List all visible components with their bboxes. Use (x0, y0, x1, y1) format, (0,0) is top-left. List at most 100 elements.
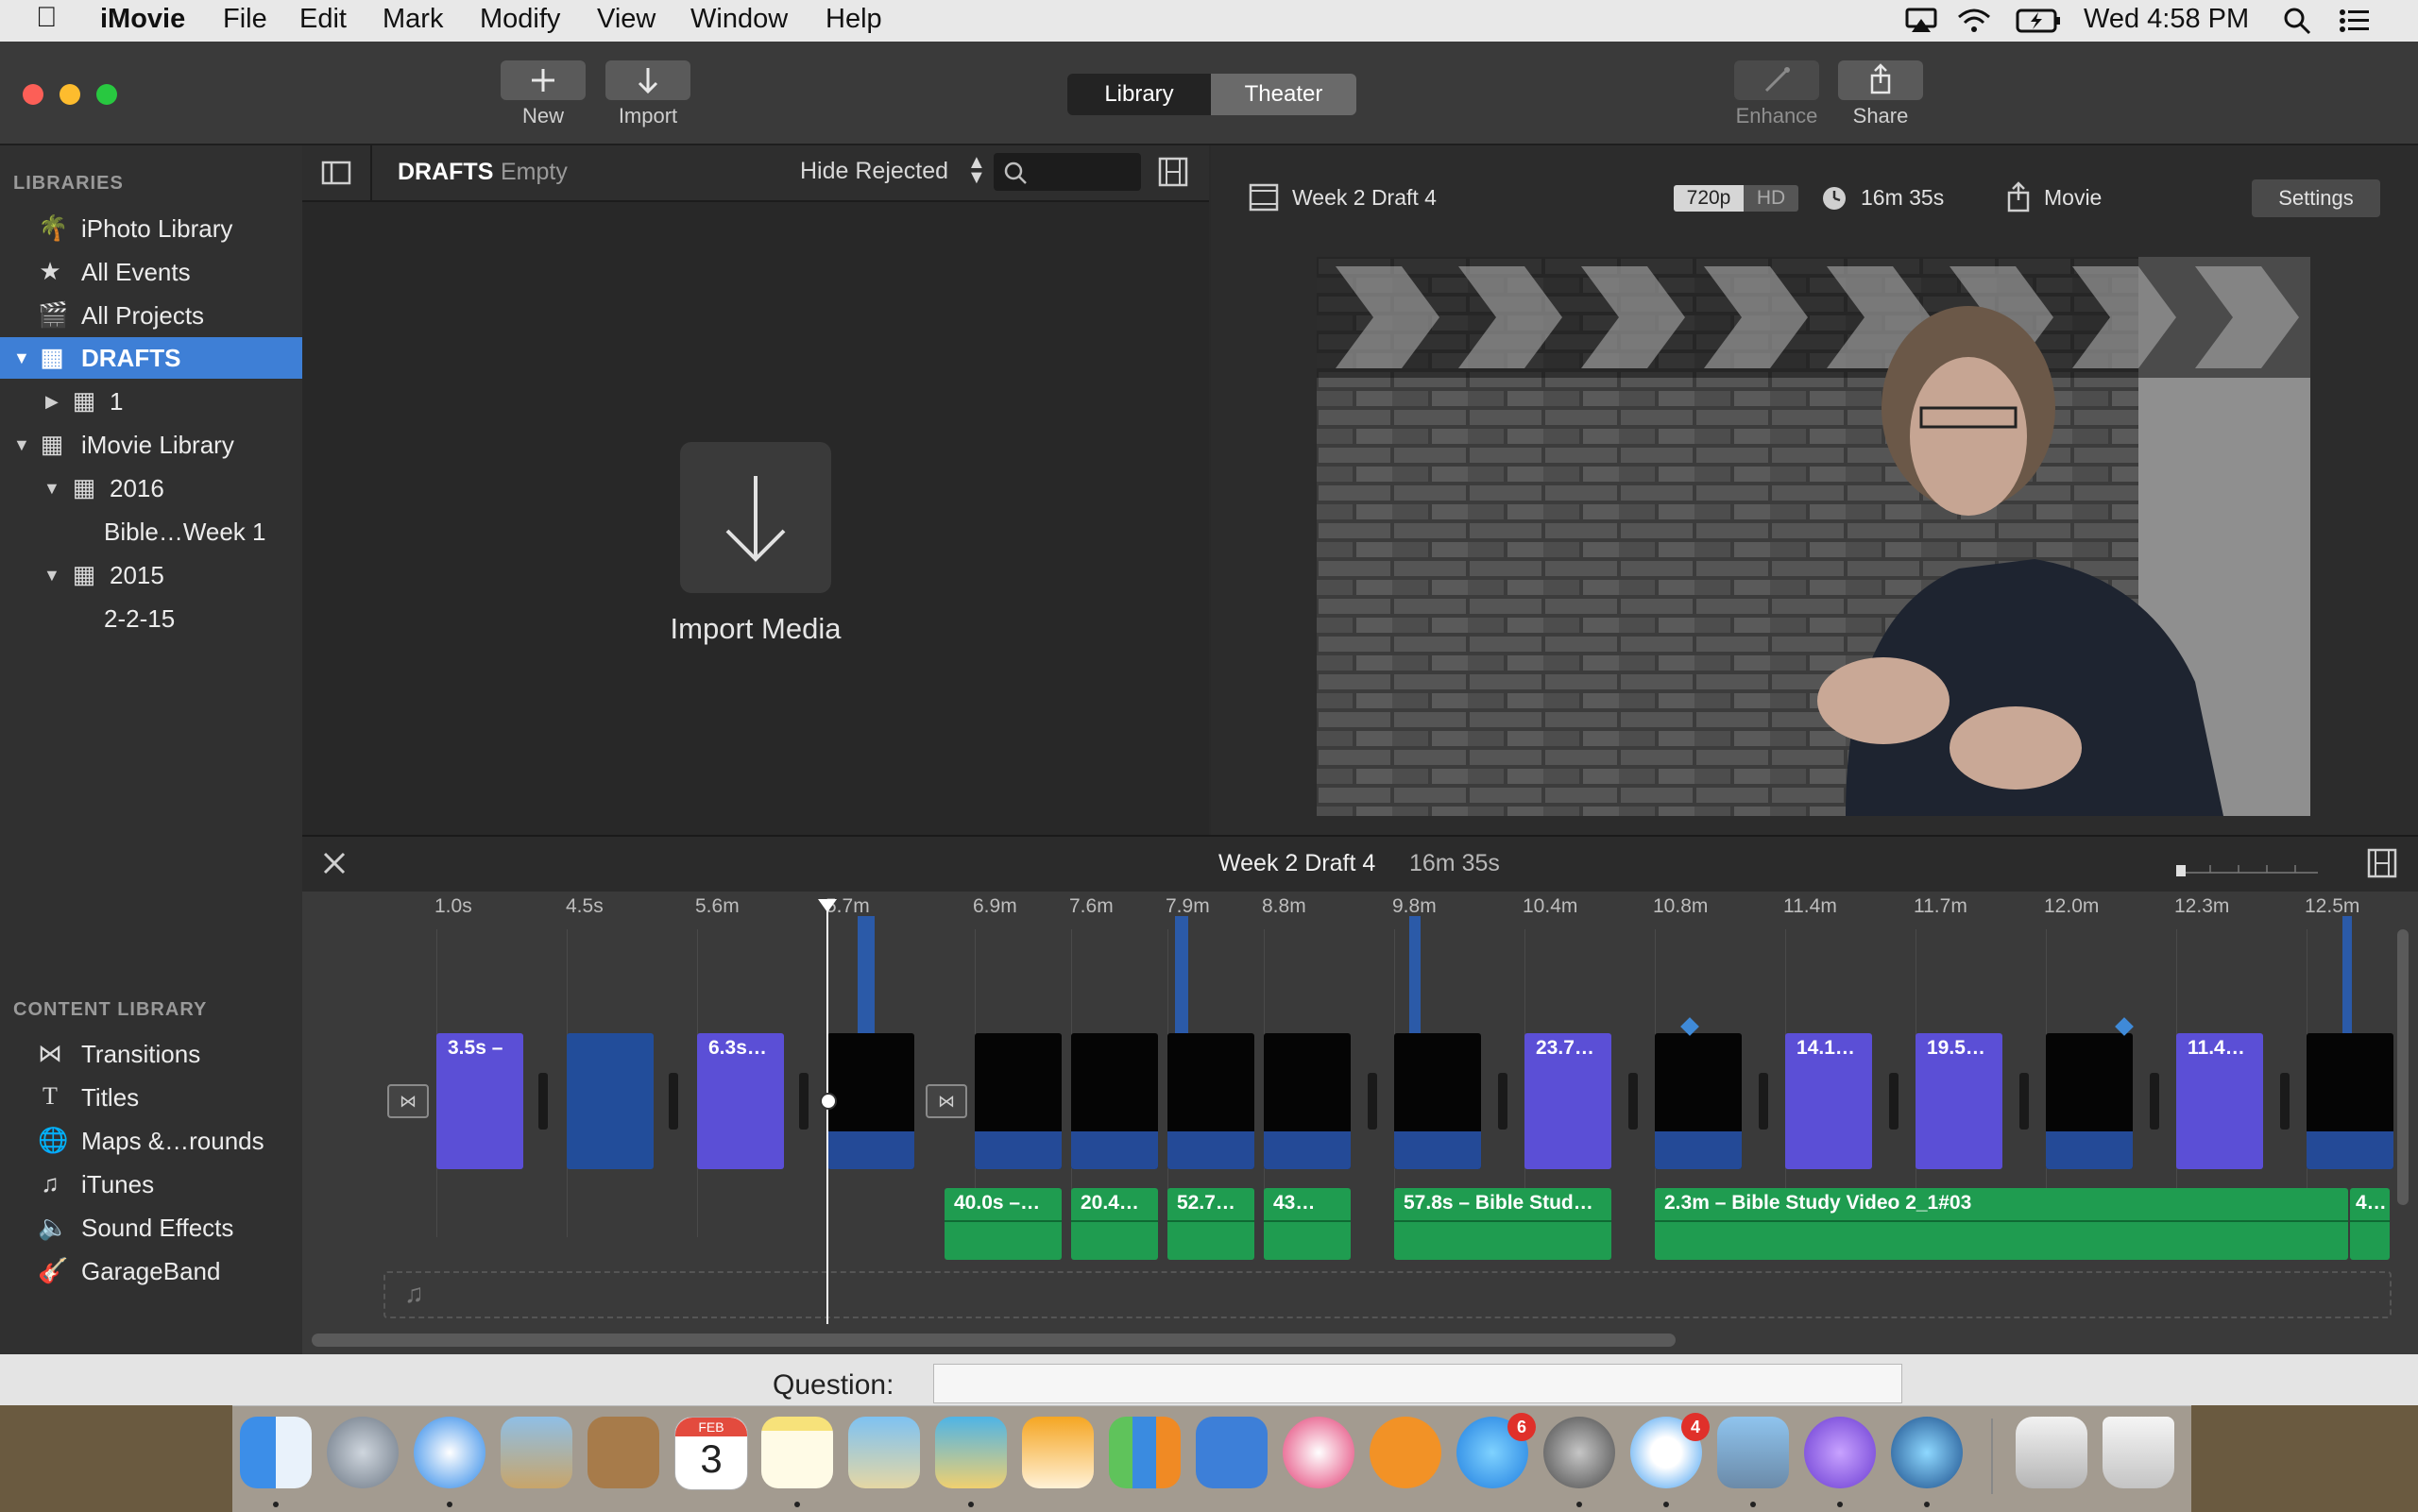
audio-clip[interactable]: 57.8s – Bible Stud… (1394, 1188, 1611, 1260)
system-preferences-icon[interactable] (1543, 1417, 1615, 1488)
zoom-slider[interactable] (2172, 856, 2322, 876)
clip-gap[interactable] (2019, 1073, 2029, 1130)
airplay-icon[interactable] (1904, 6, 1938, 34)
menu-clock[interactable]: Wed 4:58 PM (2084, 4, 2249, 35)
apple-icon[interactable]:  (36, 2, 58, 34)
question-field[interactable] (933, 1364, 1902, 1403)
clip-gap[interactable] (2280, 1073, 2290, 1130)
sidebar-item-all-events[interactable]: ★ All Events (0, 251, 302, 293)
playhead[interactable] (826, 899, 828, 1324)
quicktime-icon[interactable] (1891, 1417, 1963, 1488)
audio-clip[interactable]: 2.3m – Bible Study Video 2_1#03 (1655, 1188, 2348, 1260)
disclosure-open-icon[interactable]: ▼ (43, 479, 60, 499)
keynote-icon[interactable] (1196, 1417, 1268, 1488)
clip-gap[interactable] (1498, 1073, 1507, 1130)
menu-modify[interactable]: Modify (480, 4, 560, 35)
pages-icon[interactable] (1022, 1417, 1094, 1488)
video-clip[interactable]: 6.3s… (697, 1033, 784, 1169)
audio-clip[interactable]: 40.0s –… (945, 1188, 1062, 1260)
video-clip[interactable] (1394, 1033, 1481, 1169)
volume-line[interactable] (1264, 1220, 1351, 1222)
battery-icon[interactable] (2016, 8, 2063, 34)
menu-view[interactable]: View (597, 4, 656, 35)
sidebar-item-all-projects[interactable]: 🎬 All Projects (0, 295, 302, 336)
clip-gap[interactable] (669, 1073, 678, 1130)
video-clip[interactable]: 14.1… (1785, 1033, 1872, 1169)
video-clip[interactable] (975, 1033, 1062, 1169)
imovie-icon[interactable] (1804, 1417, 1876, 1488)
clip-gap[interactable] (1889, 1073, 1899, 1130)
video-clip[interactable] (2046, 1033, 2133, 1169)
menu-mark[interactable]: Mark (383, 4, 443, 35)
sidebar-item-garageband[interactable]: 🎸 GarageBand (0, 1250, 302, 1292)
disclosure-open-icon[interactable]: ▼ (13, 435, 30, 455)
disclosure-open-icon[interactable]: ▼ (43, 566, 60, 586)
resolution-720p-badge[interactable]: 720p (1674, 185, 1744, 212)
menu-file[interactable]: File (223, 4, 267, 35)
sidebar-item-2016[interactable]: ▼ ▦ 2016 (0, 467, 302, 509)
numbers-icon[interactable] (1109, 1417, 1181, 1488)
toggle-sidebar-icon[interactable] (321, 161, 351, 185)
sidebar-item-event-1[interactable]: ▶ ▦ 1 (0, 381, 302, 422)
tab-library[interactable]: Library (1067, 74, 1211, 115)
audio-clip[interactable]: 43… (1264, 1188, 1351, 1260)
connected-clip-marker[interactable] (1175, 916, 1188, 1039)
sidebar-item-iphoto-library[interactable]: 🌴 iPhoto Library (0, 208, 302, 249)
trash-icon[interactable] (2103, 1417, 2174, 1488)
hide-rejected-select[interactable]: Hide Rejected (800, 158, 948, 185)
finder-icon[interactable] (240, 1417, 312, 1488)
video-clip[interactable]: 19.5… (1916, 1033, 2002, 1169)
close-window-button[interactable] (23, 84, 43, 105)
sidebar-item-maps-backgrounds[interactable]: 🌐 Maps &…rounds (0, 1120, 302, 1162)
import-media-label[interactable]: Import Media (604, 612, 907, 646)
clip-gap[interactable] (1368, 1073, 1377, 1130)
import-media-button[interactable] (680, 442, 831, 593)
volume-line[interactable] (2350, 1220, 2390, 1222)
sidebar-item-titles[interactable]: T Titles (0, 1077, 302, 1118)
notification-center-icon[interactable] (2339, 8, 2371, 34)
video-clip[interactable] (1071, 1033, 1158, 1169)
preview-icon[interactable] (1717, 1417, 1789, 1488)
resolution-hd-badge[interactable]: HD (1744, 185, 1798, 212)
audio-clip[interactable]: 4… (2350, 1188, 2390, 1260)
safari-icon[interactable] (414, 1417, 485, 1488)
menu-edit[interactable]: Edit (299, 4, 347, 35)
playhead-handle-icon[interactable] (818, 899, 837, 912)
contacts-icon[interactable] (587, 1417, 659, 1488)
video-clip[interactable] (827, 1033, 914, 1169)
video-clip[interactable] (2307, 1033, 2393, 1169)
iphoto-icon[interactable] (935, 1417, 1007, 1488)
video-clip[interactable]: 11.4… (2176, 1033, 2263, 1169)
video-preview[interactable] (1317, 257, 2310, 816)
video-clip[interactable] (1167, 1033, 1254, 1169)
connected-clip-marker[interactable] (858, 916, 875, 1039)
timeline-filmstrip-icon[interactable] (2367, 848, 2397, 878)
import-button[interactable] (605, 60, 690, 100)
sidebar-item-transitions[interactable]: ⋈ Transitions (0, 1033, 302, 1075)
calendar-icon[interactable]: FEB 3 (674, 1417, 748, 1490)
enhance-button[interactable] (1734, 60, 1819, 100)
zoom-window-button[interactable] (96, 84, 117, 105)
sidebar-item-2-2-15[interactable]: 2-2-15 (0, 598, 302, 639)
volume-line[interactable] (945, 1220, 1062, 1222)
horizontal-scrollbar[interactable] (312, 1334, 1676, 1347)
share-target-label[interactable]: Movie (2044, 185, 2102, 211)
volume-line[interactable] (1167, 1220, 1254, 1222)
clip-gap[interactable] (538, 1073, 548, 1130)
new-button[interactable] (501, 60, 586, 100)
menu-app-name[interactable]: iMovie (100, 4, 185, 35)
sidebar-item-drafts[interactable]: ▼ ▦ DRAFTS (0, 337, 302, 379)
connected-clip-marker[interactable] (2342, 916, 2352, 1039)
mail-icon[interactable] (501, 1417, 572, 1488)
filmstrip-icon[interactable] (1158, 157, 1188, 187)
transition-icon[interactable]: ⋈ (387, 1084, 429, 1118)
vertical-scrollbar[interactable] (2397, 929, 2409, 1205)
wifi-icon[interactable] (1955, 6, 1993, 34)
downloads-stack-icon[interactable] (2016, 1417, 2087, 1488)
audio-clip[interactable]: 20.4… (1071, 1188, 1158, 1260)
sidebar-item-itunes[interactable]: ♫ iTunes (0, 1164, 302, 1205)
skimmer-dot[interactable] (820, 1093, 837, 1110)
connected-clip-marker[interactable] (1409, 916, 1421, 1039)
menu-help[interactable]: Help (826, 4, 882, 35)
video-clip[interactable]: 3.5s – (436, 1033, 523, 1169)
